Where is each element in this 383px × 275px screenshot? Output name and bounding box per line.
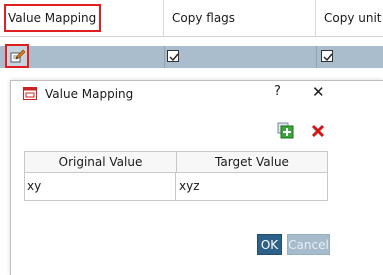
help-button[interactable]: ?: [274, 84, 281, 99]
target-value-cell[interactable]: xyz: [177, 173, 329, 200]
column-header-copy-flags[interactable]: Copy flags: [164, 0, 316, 36]
row-separator: [316, 46, 317, 68]
grid-header-target-value[interactable]: Target Value: [177, 152, 327, 172]
copy-unit-checkbox[interactable]: [321, 50, 333, 62]
original-value-cell[interactable]: xy: [25, 173, 176, 200]
grid-header-original-value[interactable]: Original Value: [25, 152, 177, 172]
ok-button[interactable]: OK: [257, 234, 282, 255]
app-window-icon: [23, 87, 37, 100]
cancel-button[interactable]: Cancel: [287, 234, 330, 255]
grid-header: Original Value Target Value: [25, 152, 327, 173]
mapping-grid: Original Value Target Value xy xyz: [24, 151, 328, 201]
table-row[interactable]: xy xyz: [25, 173, 327, 200]
pencil-edit-icon: [10, 49, 25, 63]
column-header-copy-unit[interactable]: Copy unit: [316, 0, 383, 36]
check-icon: [169, 53, 179, 62]
copy-flags-checkbox[interactable]: [167, 50, 179, 62]
value-mapping-dialog: Value Mapping ? ✕ Original Value Target …: [10, 80, 383, 275]
edit-value-mapping-button[interactable]: [5, 44, 29, 68]
close-button[interactable]: ✕: [312, 83, 325, 101]
row-separator: [164, 46, 165, 68]
check-icon: [323, 53, 333, 62]
add-row-icon[interactable]: [277, 122, 295, 140]
dialog-title: Value Mapping: [45, 87, 134, 101]
delete-x-icon[interactable]: [311, 124, 325, 138]
value-mapping-highlight: [4, 4, 101, 32]
